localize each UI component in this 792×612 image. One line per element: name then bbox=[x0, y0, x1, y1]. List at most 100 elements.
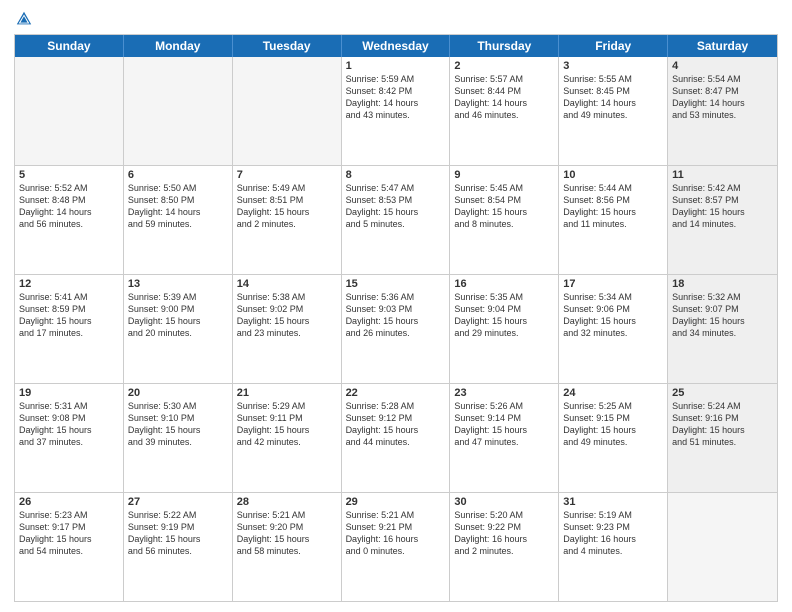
day-info: Sunrise: 5:31 AM Sunset: 9:08 PM Dayligh… bbox=[19, 400, 119, 449]
calendar-row: 12Sunrise: 5:41 AM Sunset: 8:59 PM Dayli… bbox=[15, 275, 777, 384]
day-number: 13 bbox=[128, 278, 228, 290]
day-info: Sunrise: 5:41 AM Sunset: 8:59 PM Dayligh… bbox=[19, 291, 119, 340]
calendar-day-cell: 28Sunrise: 5:21 AM Sunset: 9:20 PM Dayli… bbox=[233, 493, 342, 601]
day-number: 28 bbox=[237, 496, 337, 508]
calendar-day-cell: 27Sunrise: 5:22 AM Sunset: 9:19 PM Dayli… bbox=[124, 493, 233, 601]
day-info: Sunrise: 5:39 AM Sunset: 9:00 PM Dayligh… bbox=[128, 291, 228, 340]
day-info: Sunrise: 5:26 AM Sunset: 9:14 PM Dayligh… bbox=[454, 400, 554, 449]
day-number: 4 bbox=[672, 60, 773, 72]
day-info: Sunrise: 5:45 AM Sunset: 8:54 PM Dayligh… bbox=[454, 182, 554, 231]
day-info: Sunrise: 5:52 AM Sunset: 8:48 PM Dayligh… bbox=[19, 182, 119, 231]
calendar-day-cell: 2Sunrise: 5:57 AM Sunset: 8:44 PM Daylig… bbox=[450, 57, 559, 165]
day-number: 5 bbox=[19, 169, 119, 181]
day-number: 23 bbox=[454, 387, 554, 399]
calendar-day-cell: 3Sunrise: 5:55 AM Sunset: 8:45 PM Daylig… bbox=[559, 57, 668, 165]
calendar-header: SundayMondayTuesdayWednesdayThursdayFrid… bbox=[15, 35, 777, 57]
calendar: SundayMondayTuesdayWednesdayThursdayFrid… bbox=[14, 34, 778, 602]
calendar-empty-cell bbox=[124, 57, 233, 165]
weekday-header: Thursday bbox=[450, 35, 559, 57]
calendar-day-cell: 9Sunrise: 5:45 AM Sunset: 8:54 PM Daylig… bbox=[450, 166, 559, 274]
calendar-day-cell: 30Sunrise: 5:20 AM Sunset: 9:22 PM Dayli… bbox=[450, 493, 559, 601]
day-info: Sunrise: 5:49 AM Sunset: 8:51 PM Dayligh… bbox=[237, 182, 337, 231]
calendar-day-cell: 26Sunrise: 5:23 AM Sunset: 9:17 PM Dayli… bbox=[15, 493, 124, 601]
logo bbox=[14, 10, 33, 28]
day-number: 25 bbox=[672, 387, 773, 399]
logo-icon bbox=[15, 10, 33, 28]
weekday-header: Saturday bbox=[668, 35, 777, 57]
calendar-day-cell: 8Sunrise: 5:47 AM Sunset: 8:53 PM Daylig… bbox=[342, 166, 451, 274]
calendar-day-cell: 23Sunrise: 5:26 AM Sunset: 9:14 PM Dayli… bbox=[450, 384, 559, 492]
calendar-day-cell: 7Sunrise: 5:49 AM Sunset: 8:51 PM Daylig… bbox=[233, 166, 342, 274]
day-info: Sunrise: 5:34 AM Sunset: 9:06 PM Dayligh… bbox=[563, 291, 663, 340]
calendar-day-cell: 6Sunrise: 5:50 AM Sunset: 8:50 PM Daylig… bbox=[124, 166, 233, 274]
calendar-day-cell: 25Sunrise: 5:24 AM Sunset: 9:16 PM Dayli… bbox=[668, 384, 777, 492]
calendar-empty-cell bbox=[233, 57, 342, 165]
page: SundayMondayTuesdayWednesdayThursdayFrid… bbox=[0, 0, 792, 612]
calendar-day-cell: 12Sunrise: 5:41 AM Sunset: 8:59 PM Dayli… bbox=[15, 275, 124, 383]
day-info: Sunrise: 5:42 AM Sunset: 8:57 PM Dayligh… bbox=[672, 182, 773, 231]
day-number: 9 bbox=[454, 169, 554, 181]
day-info: Sunrise: 5:50 AM Sunset: 8:50 PM Dayligh… bbox=[128, 182, 228, 231]
day-number: 20 bbox=[128, 387, 228, 399]
day-info: Sunrise: 5:28 AM Sunset: 9:12 PM Dayligh… bbox=[346, 400, 446, 449]
day-number: 10 bbox=[563, 169, 663, 181]
calendar-day-cell: 16Sunrise: 5:35 AM Sunset: 9:04 PM Dayli… bbox=[450, 275, 559, 383]
calendar-day-cell: 22Sunrise: 5:28 AM Sunset: 9:12 PM Dayli… bbox=[342, 384, 451, 492]
calendar-day-cell: 10Sunrise: 5:44 AM Sunset: 8:56 PM Dayli… bbox=[559, 166, 668, 274]
day-info: Sunrise: 5:30 AM Sunset: 9:10 PM Dayligh… bbox=[128, 400, 228, 449]
day-info: Sunrise: 5:22 AM Sunset: 9:19 PM Dayligh… bbox=[128, 509, 228, 558]
calendar-empty-cell bbox=[668, 493, 777, 601]
day-number: 2 bbox=[454, 60, 554, 72]
calendar-row: 26Sunrise: 5:23 AM Sunset: 9:17 PM Dayli… bbox=[15, 493, 777, 601]
calendar-day-cell: 20Sunrise: 5:30 AM Sunset: 9:10 PM Dayli… bbox=[124, 384, 233, 492]
day-info: Sunrise: 5:21 AM Sunset: 9:21 PM Dayligh… bbox=[346, 509, 446, 558]
calendar-day-cell: 1Sunrise: 5:59 AM Sunset: 8:42 PM Daylig… bbox=[342, 57, 451, 165]
calendar-row: 19Sunrise: 5:31 AM Sunset: 9:08 PM Dayli… bbox=[15, 384, 777, 493]
weekday-header: Wednesday bbox=[342, 35, 451, 57]
calendar-row: 5Sunrise: 5:52 AM Sunset: 8:48 PM Daylig… bbox=[15, 166, 777, 275]
calendar-day-cell: 31Sunrise: 5:19 AM Sunset: 9:23 PM Dayli… bbox=[559, 493, 668, 601]
day-info: Sunrise: 5:54 AM Sunset: 8:47 PM Dayligh… bbox=[672, 73, 773, 122]
day-info: Sunrise: 5:32 AM Sunset: 9:07 PM Dayligh… bbox=[672, 291, 773, 340]
day-info: Sunrise: 5:36 AM Sunset: 9:03 PM Dayligh… bbox=[346, 291, 446, 340]
weekday-header: Friday bbox=[559, 35, 668, 57]
day-number: 31 bbox=[563, 496, 663, 508]
day-number: 26 bbox=[19, 496, 119, 508]
day-number: 17 bbox=[563, 278, 663, 290]
day-info: Sunrise: 5:55 AM Sunset: 8:45 PM Dayligh… bbox=[563, 73, 663, 122]
day-number: 1 bbox=[346, 60, 446, 72]
calendar-day-cell: 5Sunrise: 5:52 AM Sunset: 8:48 PM Daylig… bbox=[15, 166, 124, 274]
day-info: Sunrise: 5:25 AM Sunset: 9:15 PM Dayligh… bbox=[563, 400, 663, 449]
day-info: Sunrise: 5:21 AM Sunset: 9:20 PM Dayligh… bbox=[237, 509, 337, 558]
day-info: Sunrise: 5:24 AM Sunset: 9:16 PM Dayligh… bbox=[672, 400, 773, 449]
day-number: 7 bbox=[237, 169, 337, 181]
calendar-day-cell: 21Sunrise: 5:29 AM Sunset: 9:11 PM Dayli… bbox=[233, 384, 342, 492]
calendar-day-cell: 19Sunrise: 5:31 AM Sunset: 9:08 PM Dayli… bbox=[15, 384, 124, 492]
day-number: 22 bbox=[346, 387, 446, 399]
day-info: Sunrise: 5:20 AM Sunset: 9:22 PM Dayligh… bbox=[454, 509, 554, 558]
day-info: Sunrise: 5:19 AM Sunset: 9:23 PM Dayligh… bbox=[563, 509, 663, 558]
day-number: 3 bbox=[563, 60, 663, 72]
day-info: Sunrise: 5:29 AM Sunset: 9:11 PM Dayligh… bbox=[237, 400, 337, 449]
weekday-header: Tuesday bbox=[233, 35, 342, 57]
day-number: 30 bbox=[454, 496, 554, 508]
calendar-day-cell: 18Sunrise: 5:32 AM Sunset: 9:07 PM Dayli… bbox=[668, 275, 777, 383]
day-number: 29 bbox=[346, 496, 446, 508]
calendar-day-cell: 13Sunrise: 5:39 AM Sunset: 9:00 PM Dayli… bbox=[124, 275, 233, 383]
calendar-empty-cell bbox=[15, 57, 124, 165]
day-info: Sunrise: 5:35 AM Sunset: 9:04 PM Dayligh… bbox=[454, 291, 554, 340]
header bbox=[14, 10, 778, 28]
day-number: 18 bbox=[672, 278, 773, 290]
calendar-day-cell: 15Sunrise: 5:36 AM Sunset: 9:03 PM Dayli… bbox=[342, 275, 451, 383]
day-number: 15 bbox=[346, 278, 446, 290]
day-info: Sunrise: 5:23 AM Sunset: 9:17 PM Dayligh… bbox=[19, 509, 119, 558]
calendar-day-cell: 14Sunrise: 5:38 AM Sunset: 9:02 PM Dayli… bbox=[233, 275, 342, 383]
day-info: Sunrise: 5:47 AM Sunset: 8:53 PM Dayligh… bbox=[346, 182, 446, 231]
calendar-body: 1Sunrise: 5:59 AM Sunset: 8:42 PM Daylig… bbox=[15, 57, 777, 601]
day-info: Sunrise: 5:38 AM Sunset: 9:02 PM Dayligh… bbox=[237, 291, 337, 340]
calendar-day-cell: 29Sunrise: 5:21 AM Sunset: 9:21 PM Dayli… bbox=[342, 493, 451, 601]
day-number: 16 bbox=[454, 278, 554, 290]
day-number: 19 bbox=[19, 387, 119, 399]
day-number: 12 bbox=[19, 278, 119, 290]
day-number: 6 bbox=[128, 169, 228, 181]
